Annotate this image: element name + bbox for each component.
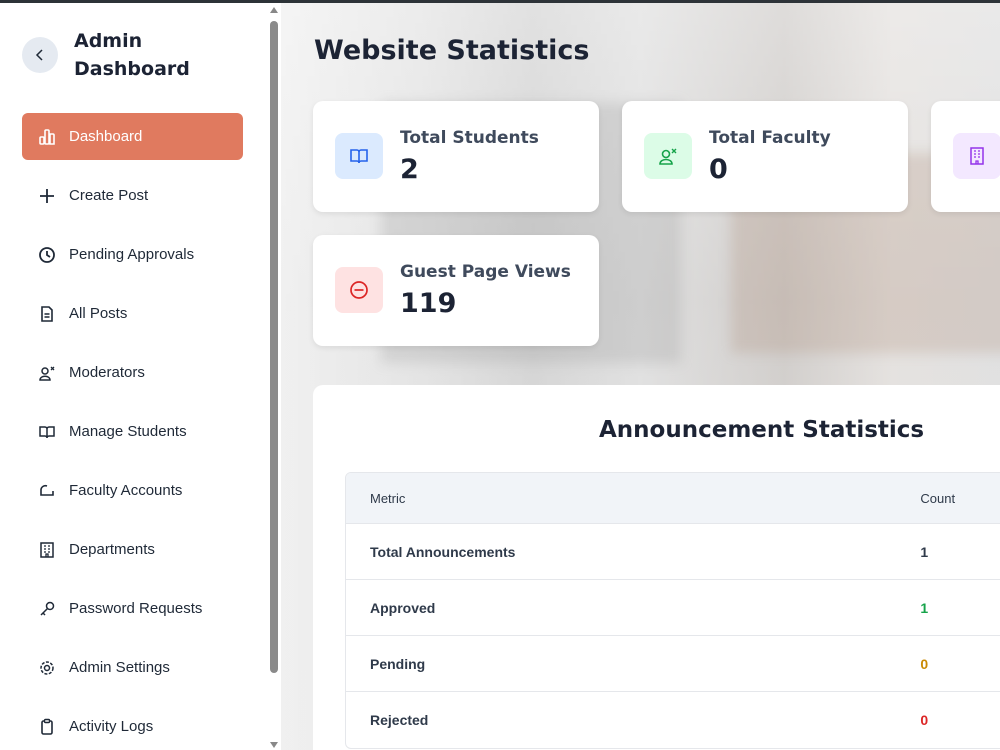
- stat-value: 119: [400, 288, 457, 319]
- stat-card-guest-page-views: Guest Page Views 119: [313, 235, 599, 346]
- sidebar-title: Admin Dashboard: [74, 30, 190, 80]
- count-cell: 0: [920, 655, 929, 672]
- scroll-up-icon[interactable]: [270, 7, 278, 13]
- stat-value: 2: [400, 154, 419, 185]
- user-shield-icon: [644, 133, 692, 179]
- sidebar-item-faculty-accounts[interactable]: Faculty Accounts: [22, 467, 243, 514]
- page-title: Website Statistics: [314, 35, 590, 66]
- stat-card-total-faculty: Total Faculty 0: [622, 101, 908, 212]
- book-open-icon: [37, 422, 57, 442]
- sidebar-item-label: Departments: [69, 541, 155, 558]
- sidebar-item-moderators[interactable]: Moderators: [22, 349, 243, 396]
- sidebar-item-manage-students[interactable]: Manage Students: [22, 408, 243, 455]
- building-icon: [953, 133, 1000, 179]
- gear-icon: [37, 658, 57, 678]
- sidebar-header: Admin Dashboard: [22, 27, 224, 83]
- announcement-statistics-title: Announcement Statistics: [599, 417, 925, 443]
- metric-cell: Rejected: [370, 712, 429, 728]
- stat-label: Total Faculty: [709, 128, 831, 148]
- sidebar-item-create-post[interactable]: Create Post: [22, 172, 243, 219]
- sidebar-item-label: Faculty Accounts: [69, 482, 183, 499]
- column-header-count: Count: [920, 490, 956, 506]
- sidebar-nav: Dashboard Create Post Pending Approvals …: [22, 113, 243, 750]
- sidebar-item-admin-settings[interactable]: Admin Settings: [22, 644, 243, 691]
- sidebar-item-label: Dashboard: [69, 128, 143, 145]
- sidebar: Admin Dashboard Dashboard Create Post Pe…: [0, 3, 267, 750]
- table-row: Total Announcements 1: [346, 524, 1000, 580]
- building-icon: [37, 540, 57, 560]
- sidebar-item-label: Pending Approvals: [69, 246, 195, 263]
- user-shield-icon: [37, 363, 57, 383]
- faculty-icon: [37, 481, 57, 501]
- sidebar-item-password-requests[interactable]: Password Requests: [22, 585, 243, 632]
- announcement-statistics-panel: Announcement Statistics Metric Count Tot…: [313, 385, 1000, 750]
- announcement-table: Metric Count Total Announcements 1 Appro…: [345, 472, 1000, 749]
- stat-card-departments: [931, 101, 1000, 212]
- sidebar-item-label: Manage Students: [69, 423, 187, 440]
- scrollbar-thumb[interactable]: [270, 21, 278, 673]
- scroll-down-icon[interactable]: [270, 742, 278, 748]
- sidebar-item-label: All Posts: [69, 305, 128, 322]
- column-header-metric: Metric: [370, 490, 406, 506]
- metric-cell: Approved: [370, 599, 436, 616]
- sidebar-item-all-posts[interactable]: All Posts: [22, 290, 243, 337]
- count-cell: 1: [920, 543, 929, 560]
- collapse-sidebar-button[interactable]: [22, 37, 58, 73]
- chevron-left-icon: [35, 49, 43, 61]
- document-icon: [37, 304, 57, 324]
- book-open-icon: [335, 133, 383, 179]
- chart-bar-icon: [37, 127, 57, 147]
- table-row: Rejected 0: [346, 692, 1000, 748]
- stat-label: Total Students: [400, 128, 539, 148]
- count-cell: 1: [920, 599, 929, 616]
- stat-card-total-students: Total Students 2: [313, 101, 599, 212]
- window-top-border: [0, 0, 1000, 3]
- sidebar-item-departments[interactable]: Departments: [22, 526, 243, 573]
- sidebar-item-label: Password Requests: [69, 600, 203, 617]
- count-cell: 0: [920, 712, 929, 728]
- sidebar-item-label: Moderators: [69, 364, 145, 381]
- clipboard-icon: [37, 717, 57, 737]
- sidebar-item-dashboard[interactable]: Dashboard: [22, 113, 243, 160]
- sidebar-item-activity-logs[interactable]: Activity Logs: [22, 703, 243, 750]
- stat-label: Guest Page Views: [400, 262, 571, 282]
- stat-value: 0: [709, 154, 728, 185]
- clock-icon: [37, 245, 57, 265]
- main-content: Website Statistics Total Students 2 Tota…: [281, 3, 1000, 750]
- table-header-row: Metric Count: [346, 473, 1000, 524]
- minus-circle-icon: [335, 267, 383, 313]
- metric-cell: Pending: [370, 655, 426, 672]
- sidebar-item-label: Activity Logs: [69, 718, 154, 735]
- sidebar-item-pending-approvals[interactable]: Pending Approvals: [22, 231, 243, 278]
- sidebar-item-label: Create Post: [69, 187, 149, 204]
- metric-cell: Total Announcements: [370, 543, 516, 560]
- sidebar-scrollbar[interactable]: [267, 3, 281, 750]
- sidebar-item-label: Admin Settings: [69, 659, 170, 676]
- table-row: Approved 1: [346, 580, 1000, 636]
- table-row: Pending 0: [346, 636, 1000, 692]
- key-icon: [37, 599, 57, 619]
- plus-icon: [37, 186, 57, 206]
